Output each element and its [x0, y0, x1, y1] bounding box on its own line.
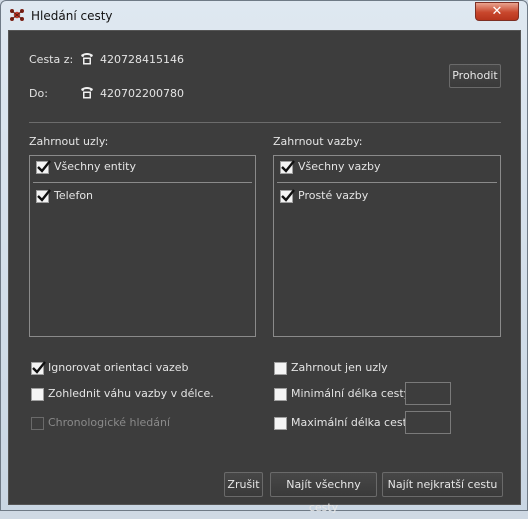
to-number: 420702200780 [100, 87, 184, 100]
weight-in-length-label[interactable]: Zohlednit váhu vazby v délce. [48, 387, 214, 400]
list-separator [277, 182, 497, 183]
cancel-button[interactable]: Zrušit [224, 472, 263, 497]
list-item-label[interactable]: Všechny entity [54, 160, 136, 173]
chronological-label: Chronologické hledání [48, 416, 171, 429]
links-list: Všechny vazby Prosté vazby [273, 155, 501, 337]
links-heading: Zahrnout vazby: [273, 135, 363, 148]
ignore-orientation-label[interactable]: Ignorovat orientaci vazeb [48, 361, 188, 374]
telephone-icon [81, 87, 93, 99]
title-bar[interactable]: Hledání cesty ✕ [1, 1, 527, 29]
checkbox-only-nodes[interactable] [274, 362, 287, 375]
dialog-content: Cesta z: 420728415146 Do: 420702200780 P… [8, 30, 521, 514]
to-label: Do: [29, 87, 48, 100]
find-all-paths-button[interactable]: Najít všechny cesty [270, 472, 377, 514]
checkmark-icon [37, 189, 51, 202]
nodes-list: Všechny entity Telefon [29, 155, 256, 337]
list-separator [33, 182, 252, 183]
max-length-input[interactable] [405, 411, 451, 434]
checkbox-ignore-orientation[interactable] [31, 361, 46, 375]
checkbox-chronological [31, 417, 44, 430]
checkbox-max-length[interactable] [274, 417, 287, 430]
telephone-icon [81, 53, 93, 65]
checkbox-min-length[interactable] [274, 388, 287, 401]
nodes-heading: Zahrnout uzly: [29, 135, 109, 148]
checkmark-icon [32, 361, 46, 374]
list-item-label[interactable]: Všechny vazby [298, 160, 381, 173]
max-length-label[interactable]: Maximální délka cesty [291, 416, 413, 429]
find-shortest-path-button[interactable]: Najít nejkratší cestu [382, 472, 503, 497]
separator [29, 122, 501, 123]
min-length-input[interactable] [405, 382, 451, 405]
dialog-window: Hledání cesty ✕ Cesta z: 420728415146 Do… [0, 0, 528, 514]
checkbox-all-entities[interactable] [36, 160, 51, 174]
app-icon [10, 9, 24, 21]
from-label: Cesta z: [29, 53, 74, 66]
checkmark-icon [281, 189, 295, 202]
list-item-label[interactable]: Prosté vazby [298, 189, 368, 202]
checkmark-icon [37, 160, 51, 173]
min-length-label[interactable]: Minimální délka cesty [291, 387, 410, 400]
checkmark-icon [281, 160, 295, 173]
checkbox-all-links[interactable] [280, 160, 295, 174]
close-icon: ✕ [491, 4, 503, 19]
close-button[interactable]: ✕ [475, 2, 519, 21]
window-title: Hledání cesty [31, 9, 113, 23]
from-number: 420728415146 [100, 53, 184, 66]
swap-button[interactable]: Prohodit [449, 64, 501, 88]
checkbox-weight-in-length[interactable] [31, 388, 44, 401]
list-item-label[interactable]: Telefon [54, 189, 93, 202]
only-nodes-label[interactable]: Zahrnout jen uzly [291, 361, 388, 374]
checkbox-telefon[interactable] [36, 189, 51, 203]
checkbox-simple-links[interactable] [280, 189, 295, 203]
